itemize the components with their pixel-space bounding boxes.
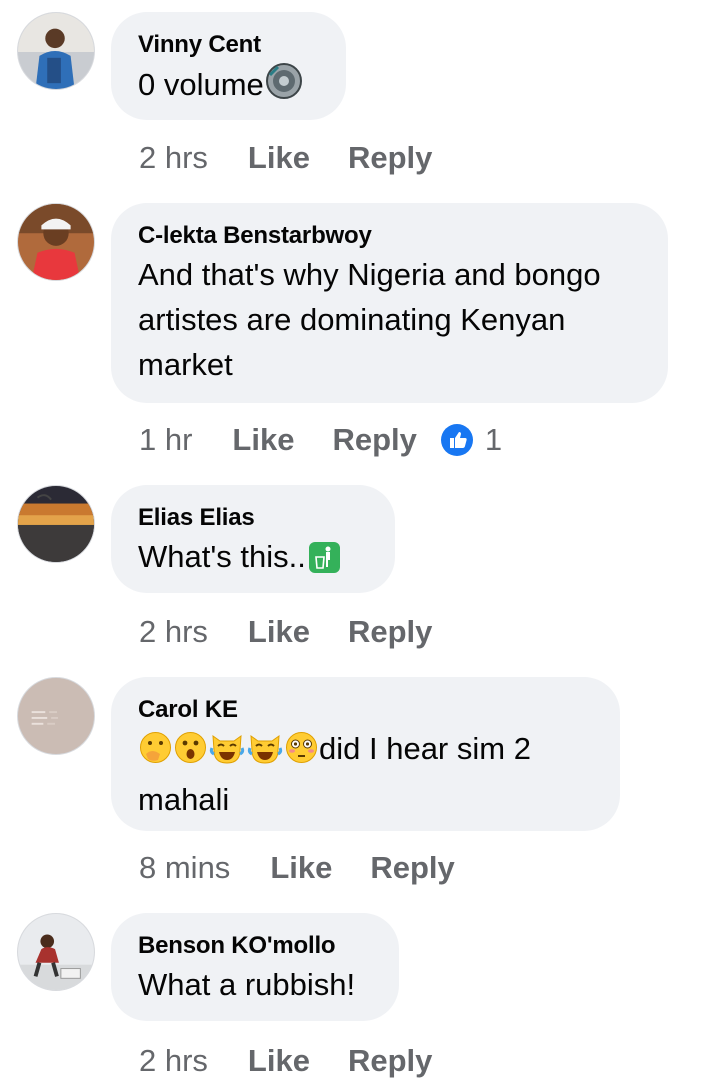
- comment-actions: 8 mins Like Reply: [139, 846, 455, 888]
- comment-text: What a rubbish!: [138, 967, 356, 1002]
- comment-text: 0 volume: [138, 61, 319, 113]
- timestamp[interactable]: 8 mins: [139, 848, 230, 888]
- comment-text-line: market: [138, 347, 233, 382]
- avatar[interactable]: [17, 677, 95, 755]
- comment-text-line: artistes are dominating Kenyan: [138, 302, 566, 337]
- comment-author[interactable]: C-lekta Benstarbwoy: [138, 221, 641, 251]
- comment-text-line: did I hear sim 2: [138, 726, 593, 777]
- comment-text: did I hear sim 2 mahali: [138, 726, 593, 822]
- reaction-count: 1: [484, 421, 503, 457]
- timestamp[interactable]: 2 hrs: [139, 138, 208, 178]
- comment-author[interactable]: Vinny Cent: [138, 30, 319, 60]
- comment-text: What's this..: [138, 534, 368, 585]
- trash-icon: [308, 540, 340, 585]
- comment-bubble[interactable]: Elias Elias What's this..: [111, 485, 395, 593]
- flushed-face-icon: [284, 730, 319, 777]
- comment-bubble[interactable]: C-lekta Benstarbwoy And that's why Niger…: [111, 203, 668, 403]
- comment-text: And that's why Nigeria and bongo artiste…: [138, 252, 641, 387]
- comment-text-fragment: did I hear sim 2: [319, 731, 531, 766]
- reply-button[interactable]: Reply: [348, 138, 432, 178]
- avatar[interactable]: [17, 12, 95, 90]
- face-with-hand-over-mouth-icon: [138, 730, 173, 777]
- like-button[interactable]: Like: [232, 420, 294, 460]
- reply-button[interactable]: Reply: [370, 848, 454, 888]
- like-button[interactable]: Like: [248, 138, 310, 178]
- comment-bubble[interactable]: Benson KO'mollo What a rubbish!: [111, 913, 399, 1021]
- comment-actions: 2 hrs Like Reply: [139, 136, 432, 178]
- cat-face-with-tears-of-joy-icon: [208, 730, 246, 777]
- reply-button[interactable]: Reply: [348, 612, 432, 652]
- comment-bubble[interactable]: Vinny Cent 0 volume: [111, 12, 346, 120]
- like-button[interactable]: Like: [248, 612, 310, 652]
- speaker-icon: [264, 61, 304, 113]
- like-button[interactable]: Like: [270, 848, 332, 888]
- comment-text-line: And that's why Nigeria and bongo: [138, 257, 601, 292]
- timestamp[interactable]: 2 hrs: [139, 612, 208, 652]
- comment-author[interactable]: Elias Elias: [138, 503, 368, 533]
- cat-face-with-tears-of-joy-icon: [246, 730, 284, 777]
- comment-author[interactable]: Benson KO'mollo: [138, 931, 372, 961]
- astonished-face-icon: [173, 730, 208, 777]
- comment-actions: 2 hrs Like Reply: [139, 610, 432, 652]
- avatar[interactable]: [17, 203, 95, 281]
- timestamp[interactable]: 1 hr: [139, 420, 192, 460]
- comment-bubble[interactable]: Carol KE did I hear sim 2 mahali: [111, 677, 620, 831]
- comment-author[interactable]: Carol KE: [138, 695, 593, 725]
- reply-button[interactable]: Reply: [332, 420, 416, 460]
- thumbs-up-icon[interactable]: [440, 423, 473, 456]
- comment-actions: 1 hr Like Reply 1: [139, 418, 502, 460]
- avatar[interactable]: [17, 913, 95, 991]
- avatar[interactable]: [17, 485, 95, 563]
- comment-text-line: mahali: [138, 782, 230, 817]
